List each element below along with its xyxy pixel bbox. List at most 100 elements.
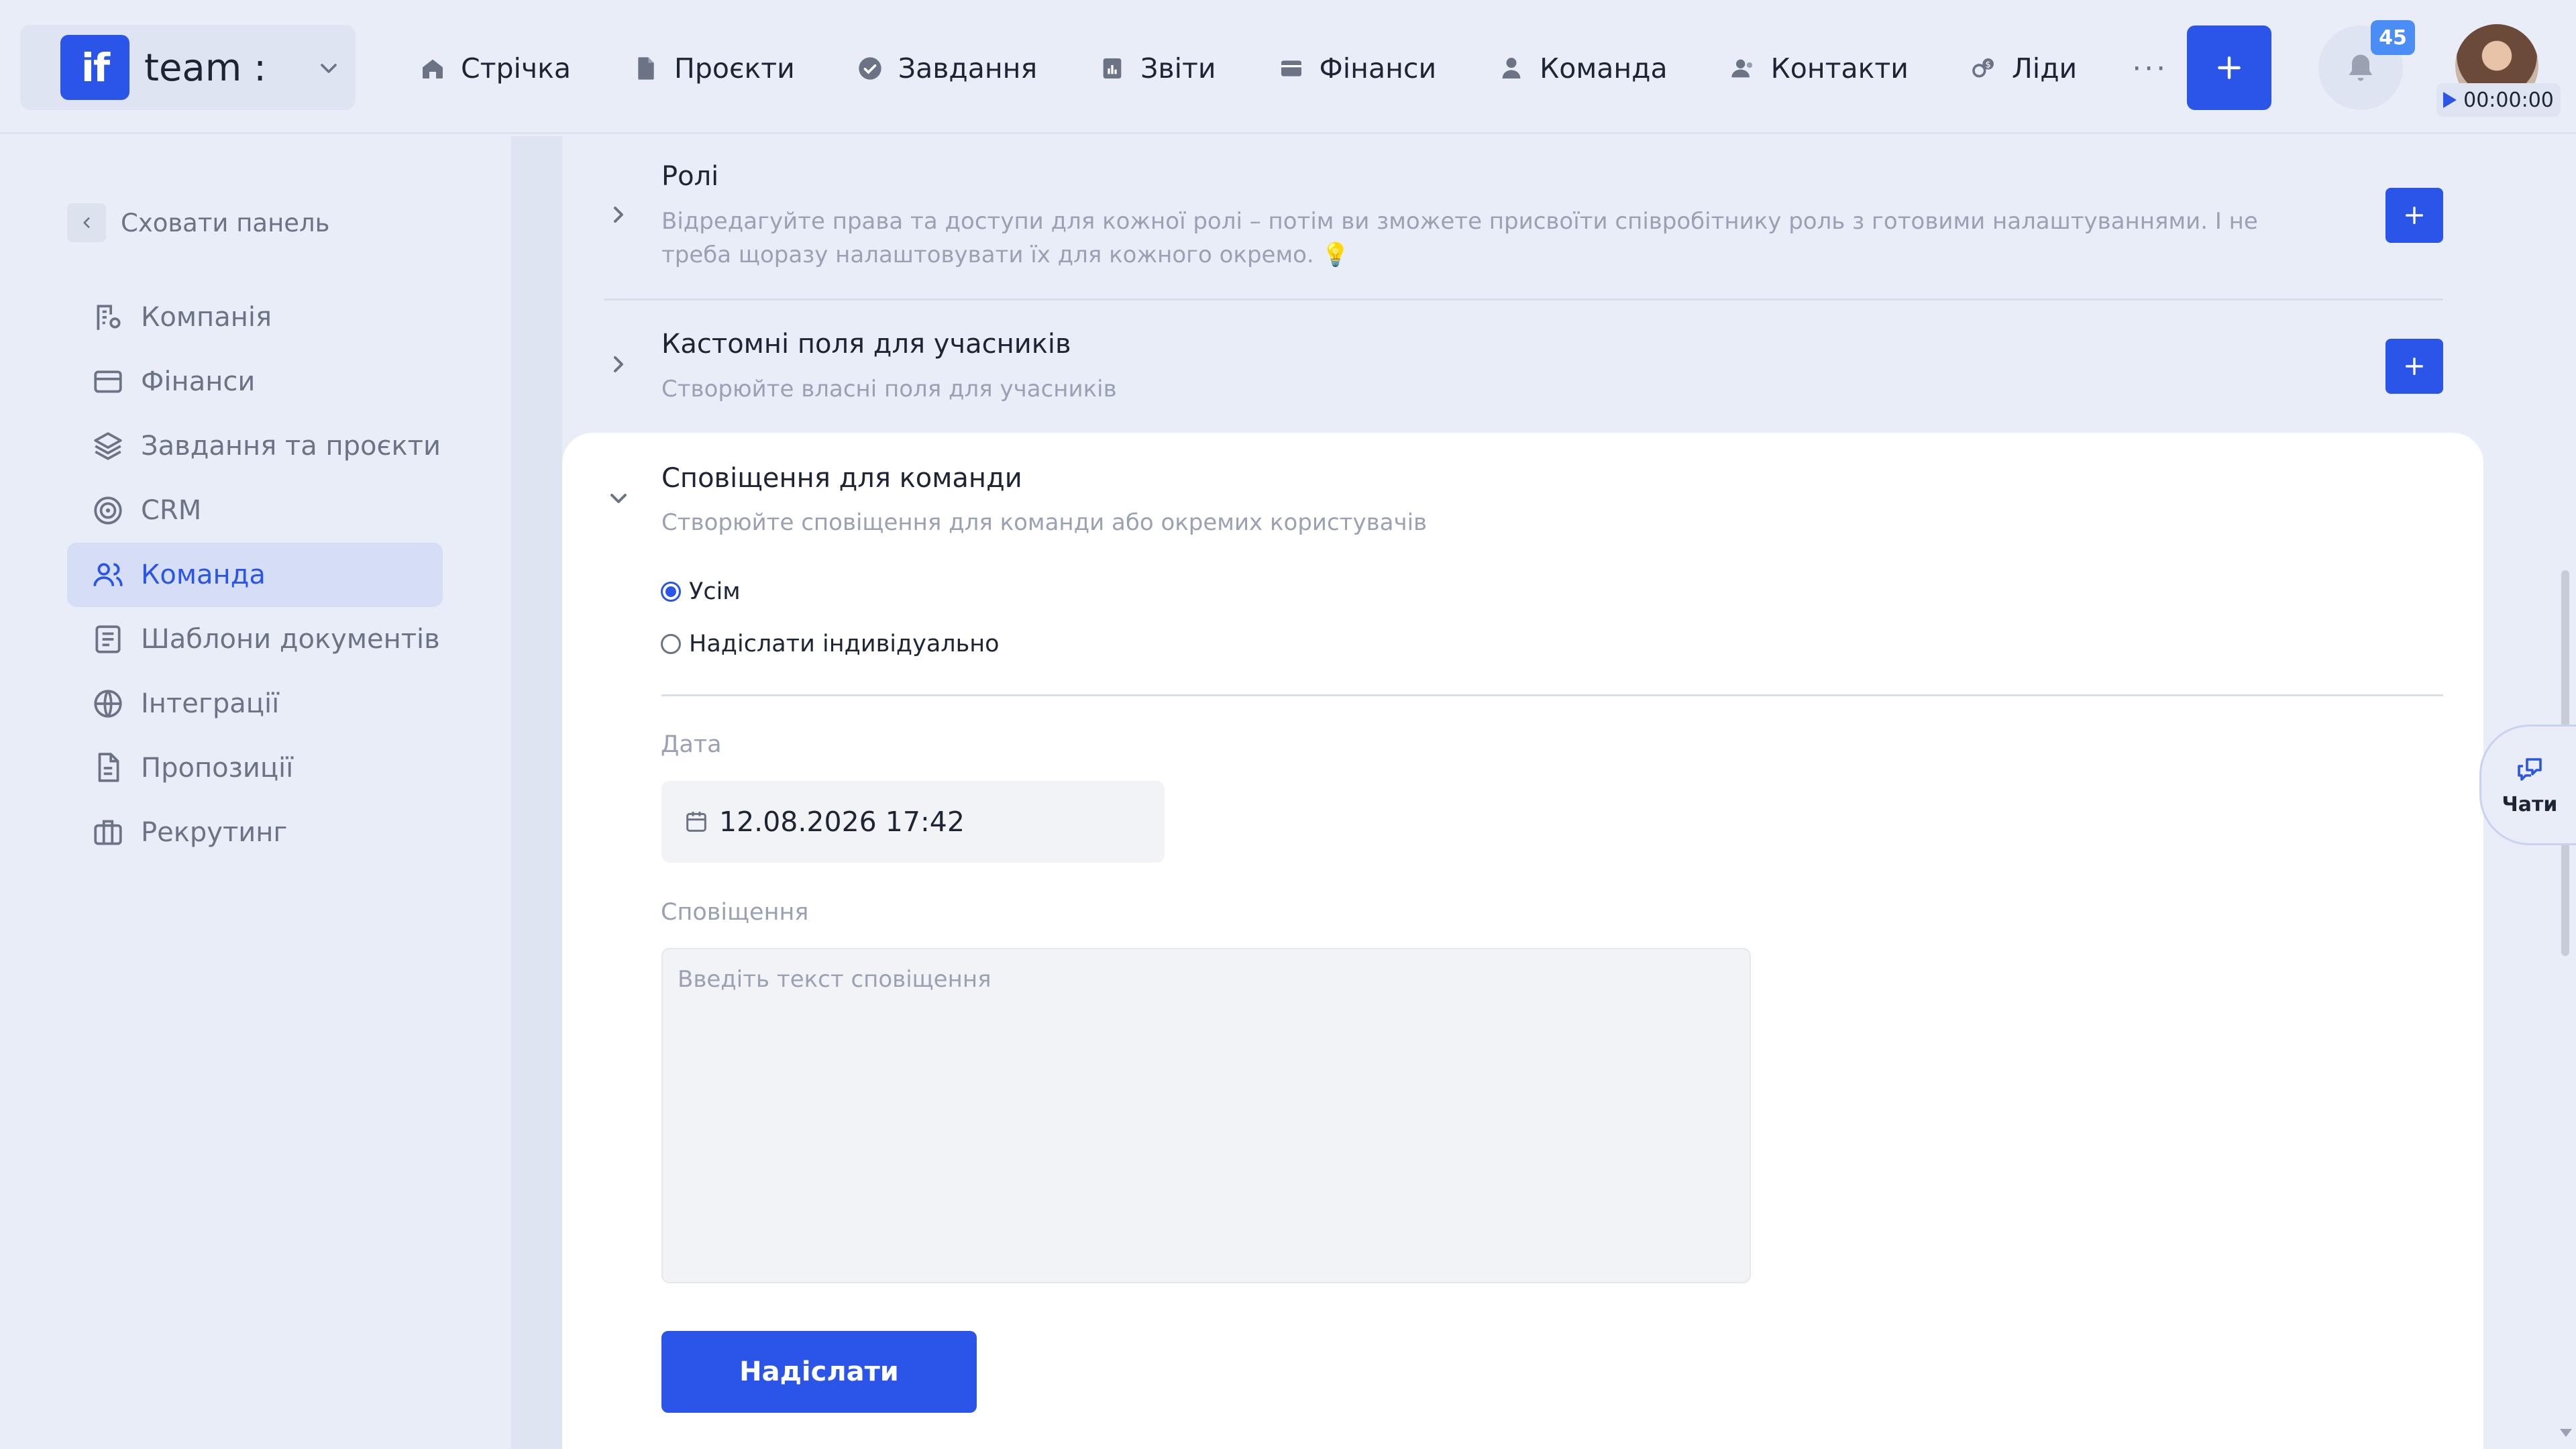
chevron-down-icon[interactable] xyxy=(605,485,632,512)
sidebar-item-integrations[interactable]: Інтеграції xyxy=(67,672,443,736)
app-logo: if xyxy=(60,35,129,100)
target-icon xyxy=(94,496,122,525)
sidebar-item-label: Рекрутинг xyxy=(141,817,288,848)
sidebar-item-label: Завдання та проєкти xyxy=(141,431,441,462)
nav-item-label: Стрічка xyxy=(461,52,572,85)
nav-item-label: Ліди xyxy=(2011,52,2078,85)
sidebar-item-document-templates[interactable]: Шаблони документів xyxy=(67,607,443,672)
section-description: Відредагуйте права та доступи для кожної… xyxy=(661,208,2258,268)
nav-item-leads[interactable]: $ Ліди xyxy=(1970,52,2077,85)
team-icon xyxy=(93,563,123,586)
add-custom-field-button[interactable] xyxy=(2385,339,2443,394)
nav-item-projects[interactable]: Проєкти xyxy=(633,52,795,85)
send-button[interactable]: Надіслати xyxy=(661,1331,977,1413)
top-bar: if team : Стрічка Проєкти Завдання Звіти… xyxy=(0,0,2576,134)
add-role-button[interactable] xyxy=(2385,188,2443,243)
layers-icon xyxy=(94,432,122,460)
report-icon xyxy=(1103,58,1122,78)
radio-label: Усім xyxy=(689,578,741,605)
section-description: Створюйте власні поля для учасників xyxy=(661,376,1117,402)
sidebar-item-label: Пропозиції xyxy=(141,753,294,784)
wallet-icon xyxy=(1281,60,1301,76)
time-tracker[interactable]: 00:00:00 xyxy=(2436,83,2561,117)
chats-label: Чати xyxy=(2502,792,2558,816)
radio-label: Надіслати індивідуально xyxy=(689,631,1000,657)
sidebar-item-company[interactable]: Компанія xyxy=(67,285,443,350)
company-settings-icon xyxy=(97,305,121,330)
chats-button[interactable]: Чати xyxy=(2479,724,2576,845)
radio-button-selected[interactable] xyxy=(661,582,681,602)
file-icon xyxy=(98,753,119,782)
nav-item-label: Проєкти xyxy=(674,52,795,85)
radio-button[interactable] xyxy=(661,634,681,654)
message-label: Сповіщення xyxy=(661,899,809,926)
sidebar-item-label: CRM xyxy=(141,495,202,526)
globe-icon xyxy=(94,690,122,718)
date-picker-field[interactable]: 12.08.2026 17:42 xyxy=(661,781,1165,863)
chevron-down-icon xyxy=(321,64,337,73)
create-button[interactable] xyxy=(2187,25,2271,110)
chevron-right-icon[interactable] xyxy=(605,351,632,378)
divider xyxy=(661,694,2443,696)
sidebar-item-label: Шаблони документів xyxy=(141,624,440,655)
chevron-left-icon xyxy=(67,203,106,242)
sidebar-item-team[interactable]: Команда xyxy=(67,543,443,607)
person-icon xyxy=(1502,58,1521,78)
sidebar-item-label: Команда xyxy=(141,559,266,590)
sidebar-item-label: Фінанси xyxy=(141,366,256,397)
check-circle-icon xyxy=(859,57,881,80)
workspace-switcher[interactable]: if team : xyxy=(20,25,356,110)
leads-icon: $ xyxy=(1972,58,1994,78)
timer-value: 00:00:00 xyxy=(2463,88,2554,112)
notification-text-input[interactable] xyxy=(661,948,1751,1283)
workspace-name: team : xyxy=(144,46,266,90)
hide-panel-button[interactable]: Сховати панель xyxy=(67,203,329,242)
team-notifications-card xyxy=(562,433,2483,1449)
plus-icon xyxy=(2405,206,2424,225)
nav-item-label: Команда xyxy=(1540,52,1668,85)
chevron-right-icon[interactable] xyxy=(605,201,632,228)
sidebar-item-finance[interactable]: Фінанси xyxy=(67,350,443,414)
nav-item-finance[interactable]: Фінанси xyxy=(1278,52,1437,85)
briefcase-icon xyxy=(94,820,122,845)
nav-item-tasks[interactable]: Завдання xyxy=(857,52,1037,85)
date-value: 12.08.2026 17:42 xyxy=(719,806,965,838)
sidebar-item-tasks-projects[interactable]: Завдання та проєкти xyxy=(67,414,443,478)
document-icon xyxy=(638,57,654,80)
more-nav-button[interactable]: ··· xyxy=(2132,52,2168,86)
chat-bubbles-icon xyxy=(2518,757,2542,781)
radio-everyone[interactable]: Усім xyxy=(661,578,741,605)
card-icon xyxy=(94,370,122,393)
nav-item-label: Звіти xyxy=(1140,52,1216,85)
nav-item-label: Фінанси xyxy=(1319,52,1437,85)
scroll-down-arrow-icon[interactable] xyxy=(2560,1429,2572,1437)
main-nav: Стрічка Проєкти Завдання Звіти Фінанси К… xyxy=(419,42,2168,95)
calendar-icon xyxy=(686,812,706,832)
contacts-icon xyxy=(1731,59,1752,78)
section-title: Кастомні поля для учасників xyxy=(661,329,1071,360)
sidebar-item-crm[interactable]: CRM xyxy=(67,478,443,543)
sidebar-item-recruiting[interactable]: Рекрутинг xyxy=(67,800,443,865)
sidebar-item-label: Компанія xyxy=(141,302,272,333)
sidebar-item-label: Інтеграції xyxy=(141,688,280,719)
svg-text:$: $ xyxy=(1985,60,1990,70)
section-title: Сповіщення для команди xyxy=(661,463,1022,494)
nav-item-feed[interactable]: Стрічка xyxy=(419,52,571,85)
bell-icon xyxy=(2349,54,2373,81)
sidebar-gutter xyxy=(511,136,562,1449)
nav-item-reports[interactable]: Звіти xyxy=(1099,52,1216,85)
nav-item-label: Завдання xyxy=(898,52,1038,85)
notification-count-badge: 45 xyxy=(2371,20,2415,55)
nav-item-contacts[interactable]: Контакти xyxy=(1729,52,1909,85)
home-icon xyxy=(423,59,443,78)
radio-individual[interactable]: Надіслати індивідуально xyxy=(661,631,1000,657)
play-icon xyxy=(2443,92,2457,108)
plus-icon xyxy=(2405,357,2424,376)
plus-icon xyxy=(2218,56,2241,79)
nav-item-team[interactable]: Команда xyxy=(1498,52,1668,85)
divider xyxy=(604,299,2443,301)
section-title: Ролі xyxy=(661,161,719,192)
section-description: Створюйте сповіщення для команди або окр… xyxy=(661,509,1428,536)
date-label: Дата xyxy=(661,731,722,758)
sidebar-item-proposals[interactable]: Пропозиції xyxy=(67,736,443,800)
